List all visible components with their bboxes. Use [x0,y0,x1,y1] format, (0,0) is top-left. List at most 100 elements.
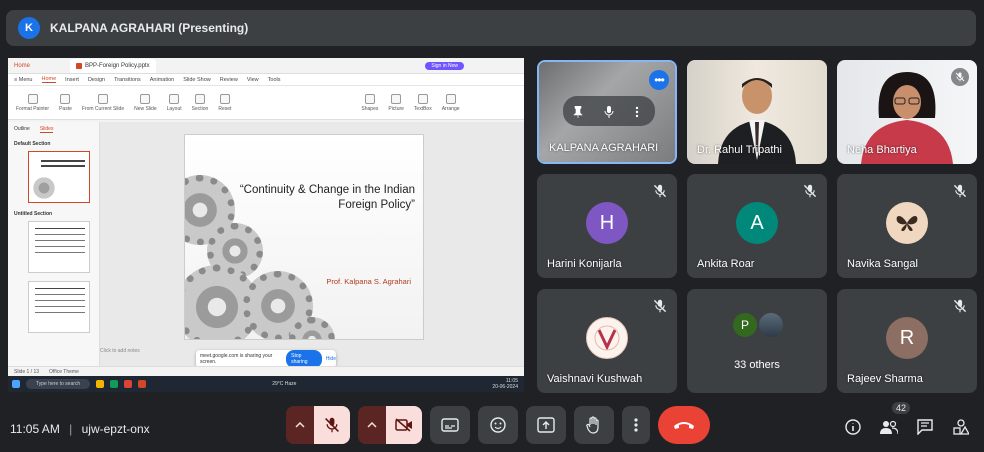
folder-icon[interactable] [96,380,105,388]
theme-name: Office Theme [49,368,79,375]
ribbon-from-current[interactable]: From Current Slide [81,93,125,112]
ribbon-new-slide[interactable]: New Slide [134,93,157,112]
participant-tile-kalpana[interactable]: ••• KALPANA AGRAHARI [537,60,677,164]
camera-control[interactable] [358,406,422,444]
more-vert-icon [634,418,638,432]
ribbon-textbox[interactable]: TextBox [414,93,432,112]
leave-call-button[interactable] [658,406,710,444]
slide-canvas[interactable]: “Continuity & Change in the Indian Forei… [100,122,524,382]
app-menu: ≡ Menu Home Insert Design Transitions An… [8,74,524,86]
menu-item-view[interactable]: View [247,77,259,83]
menu-item-design[interactable]: Design [88,77,105,83]
menu-item-tools[interactable]: Tools [268,77,281,83]
hide-banner-button[interactable]: Hide [326,356,336,362]
menu-item-slideshow[interactable]: Slide Show [183,77,211,83]
hang-up-icon [674,422,694,429]
camera-off-icon[interactable] [386,406,422,444]
captions-icon [441,418,459,432]
participant-avatar [886,202,928,244]
meeting-time: 11:05 AM [10,422,60,436]
section-label[interactable]: Untitled Section [14,211,93,217]
notes-placeholder[interactable]: Click to add notes [100,348,140,354]
menu-item-insert[interactable]: Insert [65,77,79,83]
current-slide[interactable]: “Continuity & Change in the Indian Forei… [184,134,424,340]
people-icon[interactable] [880,418,898,436]
mic-icon[interactable] [604,105,614,118]
participant-tile-rajeev[interactable]: R Rajeev Sharma [837,289,977,393]
document-tab[interactable]: BPP-Foreign Policy.pptx [70,58,156,73]
presenter-bar: K KALPANA AGRAHARI (Presenting) [6,10,976,46]
picture-icon [391,93,402,104]
thumb-text [41,160,85,162]
ribbon-section[interactable]: Section [192,93,208,112]
slide-thumbnail-3[interactable] [28,281,90,333]
document-tab-label: BPP-Foreign Policy.pptx [85,62,150,69]
participant-tile-rahul[interactable]: Dr. Rahul Tripathi [687,60,827,164]
menu-item-review[interactable]: Review [220,77,238,83]
ribbon-picture[interactable]: Picture [388,93,404,112]
ribbon-label: From Current Slide [81,105,125,112]
pptx-icon [76,62,83,69]
powerpoint-icon[interactable] [138,380,147,388]
chat-icon[interactable] [916,418,934,436]
menu-item-home[interactable]: Home [41,76,57,83]
chrome-icon[interactable] [124,380,133,388]
participant-tile-ankita[interactable]: A Ankita Roar [687,174,827,278]
mic-off-icon[interactable] [314,406,350,444]
others-count-label: 33 others [734,359,780,371]
emoji-button[interactable] [478,406,518,444]
gear-icon [31,176,57,200]
participant-tile-neha[interactable]: Neha Bhartiya [837,60,977,164]
participant-avatar: H [586,202,628,244]
ribbon-shapes[interactable]: Shapes [361,93,378,112]
participant-tile-vaishnavi[interactable]: Vaishnavi Kushwah [537,289,677,393]
microphone-control[interactable] [286,406,350,444]
taskbar-clock: 11:05 20-06-2024 [492,378,518,390]
slide-thumbnail-1[interactable] [28,151,90,203]
chevron-up-icon[interactable] [286,406,314,444]
menu-item-animation[interactable]: Animation [150,77,174,83]
section-label[interactable]: Default Section [14,141,93,147]
ribbon-label: Reset [218,105,232,112]
slide-thumbnail-2[interactable] [28,221,90,273]
more-options-icon[interactable]: ••• [649,70,669,90]
ribbon-reset[interactable]: Reset [218,93,232,112]
menu-item[interactable]: ≡ Menu [14,77,33,83]
raise-hand-button[interactable] [574,406,614,444]
others-avatar-2 [759,313,783,337]
more-vert-icon[interactable] [635,105,645,118]
participant-tile-navika[interactable]: Navika Sangal [837,174,977,278]
outline-tab[interactable]: Outline [14,126,30,133]
pin-icon[interactable] [573,105,584,118]
participant-name: KALPANA AGRAHARI [549,142,659,154]
taskbar-search[interactable]: Type here to search [26,379,91,389]
chevron-up-icon[interactable] [358,406,386,444]
share-banner-text: meet.google.com is sharing your screen. [200,353,273,365]
info-icon[interactable] [844,418,862,436]
ribbon-arrange[interactable]: Arrange [442,93,460,112]
app-titlebar: Home BPP-Foreign Policy.pptx Sign in Now [8,58,524,74]
ribbon-paste[interactable]: Paste [59,93,72,112]
textbox-icon [417,93,428,104]
brush-icon [27,93,38,104]
signin-button[interactable]: Sign in Now [425,61,464,70]
windows-start-icon[interactable] [12,380,20,388]
new-slide-icon [140,93,151,104]
people-count-badge: 42 [892,402,911,414]
ribbon-label: Layout [166,105,182,112]
thumb-text [35,288,85,289]
present-button[interactable] [526,406,566,444]
home-tab[interactable]: Home [14,63,30,69]
ribbon-format-painter[interactable]: Format Painter [16,93,49,112]
ribbon-layout[interactable]: Layout [166,93,182,112]
participant-tile-others[interactable]: P 33 others [687,289,827,393]
participant-tile-harini[interactable]: H Harini Konijarla [537,174,677,278]
shared-screen[interactable]: Home BPP-Foreign Policy.pptx Sign in Now… [8,58,524,392]
slides-tab[interactable]: Slides [39,126,54,133]
activities-icon[interactable] [952,418,970,436]
edge-icon[interactable] [110,380,119,388]
menu-item-transitions[interactable]: Transitions [114,77,141,83]
ribbon: Format Painter Paste From Current Slide … [8,86,524,120]
captions-button[interactable] [430,406,470,444]
more-options-button[interactable] [622,406,650,444]
